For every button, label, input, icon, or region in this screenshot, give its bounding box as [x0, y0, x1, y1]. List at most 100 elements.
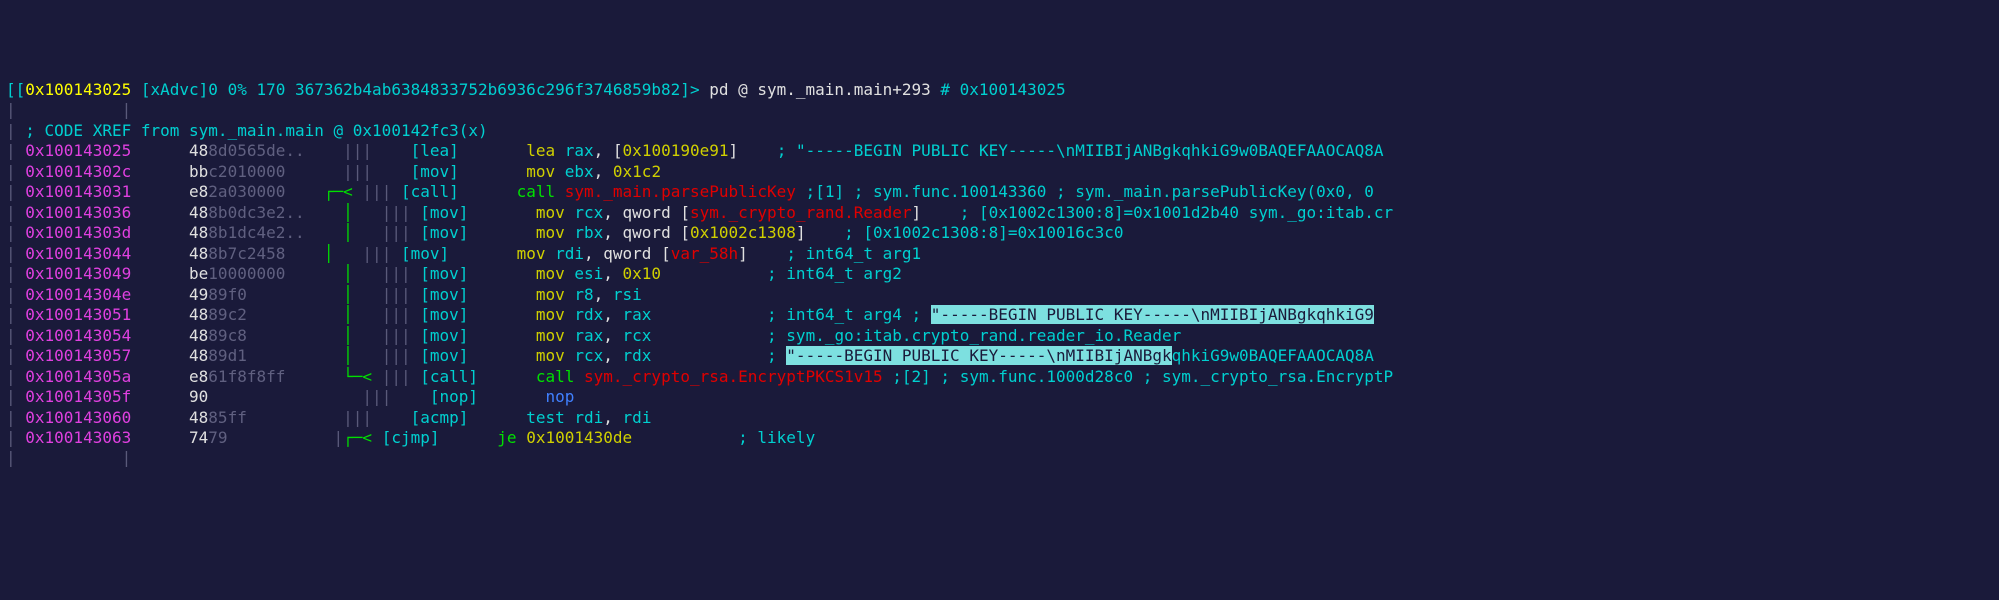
operand: ]	[729, 141, 739, 160]
operand: rcx	[574, 346, 603, 365]
pad	[488, 285, 536, 304]
hex-bytes: 49	[189, 285, 208, 304]
prompt-command[interactable]: pd @ sym._main.main+293	[709, 80, 940, 99]
operand: rax	[574, 326, 603, 345]
hex-bytes: bb	[189, 162, 208, 181]
disasm-row: | 0x10014305f 90 ||| [nop] nop	[6, 387, 1993, 407]
operand: r8	[574, 285, 593, 304]
operand: ,	[603, 223, 622, 242]
pad	[488, 223, 536, 242]
op-type-bracket: [acmp]	[411, 408, 478, 427]
hex-bytes: e8	[189, 367, 208, 386]
op-type-bracket: [cjmp]	[382, 428, 449, 447]
op-type-bracket: [call]	[420, 367, 487, 386]
pad	[131, 428, 189, 447]
operand: ebx	[565, 162, 594, 181]
inline-comment: ; int64_t arg2	[661, 264, 902, 283]
disasm-row: | 0x100143063 7479 |┌─< [cjmp] je 0x1001…	[6, 428, 1993, 448]
operand: ,	[584, 244, 603, 263]
graph-arrow-icon: └─<	[343, 367, 382, 386]
graph-arrow-icon: │	[343, 326, 382, 345]
mnemonic: nop	[545, 387, 584, 406]
operand: ]	[738, 244, 748, 263]
mnemonic: mov	[536, 326, 575, 345]
hex-bytes: 90	[189, 387, 208, 406]
prompt-flags: [xAdvc]0 0% 170 367362b4ab6384833752b693…	[131, 80, 709, 99]
op-type-bracket: [call]	[401, 182, 468, 201]
hex-bytes: 48	[189, 408, 208, 427]
graph-line: |	[228, 428, 344, 447]
graph-arrow-icon: ┌─<	[324, 182, 363, 201]
graph-line: |||	[247, 408, 382, 427]
border-pipe: |	[6, 121, 25, 141]
pad	[488, 346, 536, 365]
mnemonic: mov	[536, 285, 575, 304]
operand: esi	[574, 264, 603, 283]
operand: var_58h	[671, 244, 738, 263]
pad	[131, 203, 189, 222]
hex-bytes: 48	[189, 326, 208, 345]
hex-bytes: 48	[189, 223, 208, 242]
border-pipe: | |	[6, 448, 131, 468]
operand: 0x1c2	[613, 162, 661, 181]
op-type-bracket: [mov]	[411, 162, 478, 181]
highlighted-string: "-----BEGIN PUBLIC KEY-----\nMIIBIjANBgk	[786, 346, 1171, 365]
inline-comment: ; int64_t arg1	[748, 244, 921, 263]
hex-bytes-dim: 10000000	[208, 264, 285, 283]
graph-line	[401, 387, 430, 406]
border-pipe: |	[6, 346, 25, 366]
mnemonic: mov	[526, 162, 565, 181]
graph-line	[285, 264, 343, 283]
operand: ,	[603, 305, 622, 324]
mnemonic: je	[497, 428, 526, 447]
disasm-row: | |	[6, 100, 1993, 120]
mnemonic: mov	[517, 244, 556, 263]
graph-line	[285, 182, 324, 201]
operand: rsi	[613, 285, 642, 304]
graph-line	[285, 244, 324, 263]
disasm-row: | 0x100143057 4889d1 │ ||| [mov] mov rcx…	[6, 346, 1993, 366]
graph-line: |||	[362, 182, 401, 201]
graph-arrow-icon: │	[343, 203, 382, 222]
operand: 0x100190e91	[623, 141, 729, 160]
xref-comment: ; CODE XREF from sym._main.main @ 0x1001…	[25, 121, 487, 140]
disasm-row: | 0x100143054 4889c8 │ ||| [mov] mov rax…	[6, 326, 1993, 346]
disassembly-output: [[0x100143025 [xAdvc]0 0% 170 367362b4ab…	[6, 80, 1993, 469]
graph-arrow-icon: │	[343, 223, 382, 242]
graph-arrow-icon: │	[343, 285, 382, 304]
operand: rdi	[623, 408, 652, 427]
border-pipe: |	[6, 244, 25, 264]
op-type-bracket: [mov]	[420, 223, 487, 242]
hex-bytes-dim: 89c8	[208, 326, 247, 345]
graph-line	[305, 223, 344, 242]
border-pipe: |	[6, 408, 25, 428]
op-type-bracket: [mov]	[401, 244, 468, 263]
graph-line	[247, 326, 343, 345]
hex-bytes: 48	[189, 141, 208, 160]
pad	[131, 285, 189, 304]
operand: qword	[623, 203, 681, 222]
op-type-bracket: [mov]	[420, 346, 487, 365]
border-pipe: |	[6, 182, 25, 202]
border-pipe: |	[6, 305, 25, 325]
graph-line	[285, 367, 343, 386]
pad	[131, 264, 189, 283]
disasm-row: | 0x10014305a e861f8f8ff └─< ||| [call] …	[6, 367, 1993, 387]
disasm-row: | 0x10014303d 488b1dc4e2.. │ ||| [mov] m…	[6, 223, 1993, 243]
graph-line	[382, 408, 411, 427]
address: 0x100143025	[25, 141, 131, 160]
hex-bytes: be	[189, 264, 208, 283]
border-pipe: |	[6, 203, 25, 223]
graph-arrow-icon: │	[343, 264, 382, 283]
pad	[497, 387, 545, 406]
pad	[488, 367, 536, 386]
border-pipe: |	[6, 223, 25, 243]
pad	[478, 162, 526, 181]
pad	[131, 346, 189, 365]
operand: ,	[594, 162, 613, 181]
border-pipe: |	[6, 285, 25, 305]
operand: sym._crypto_rand.Reader	[690, 203, 912, 222]
pad	[488, 305, 536, 324]
graph-line: |||	[382, 367, 421, 386]
hex-bytes: 48	[189, 305, 208, 324]
